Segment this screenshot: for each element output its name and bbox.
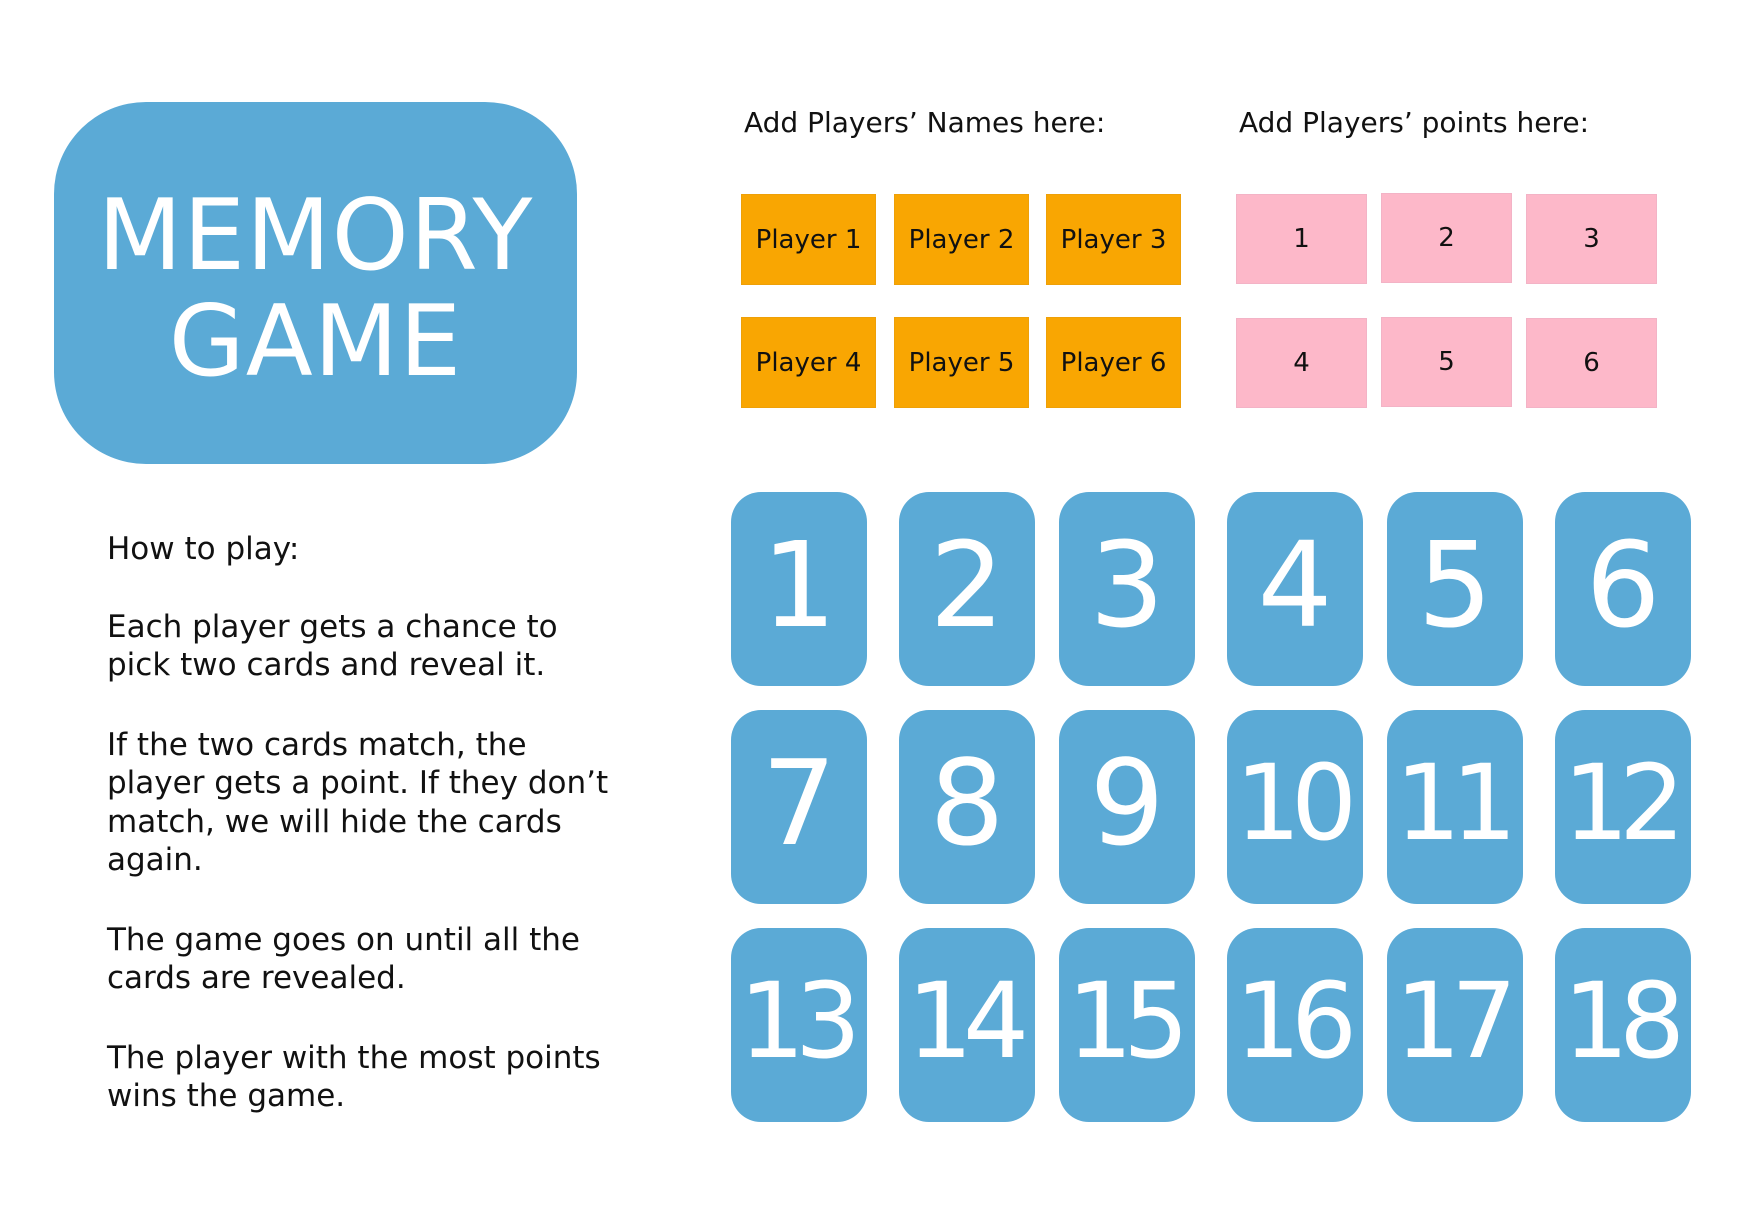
memory-card-5[interactable]: 5: [1387, 492, 1523, 686]
card-number: 13: [738, 960, 861, 1082]
memory-card-12[interactable]: 12: [1555, 710, 1691, 904]
memory-card-13[interactable]: 13: [731, 928, 867, 1122]
card-number: 6: [1585, 516, 1661, 654]
player-points-header: Add Players’ points here:: [1239, 106, 1590, 139]
card-number: 1: [761, 516, 837, 654]
player-name-field-4[interactable]: Player 4: [741, 317, 876, 408]
memory-card-8[interactable]: 8: [899, 710, 1035, 904]
title-card: MEMORY GAME: [54, 102, 577, 464]
card-number: 17: [1394, 960, 1517, 1082]
memory-card-1[interactable]: 1: [731, 492, 867, 686]
player-points-field-3[interactable]: 3: [1526, 194, 1657, 284]
instruction-paragraph: The game goes on until all the cards are…: [107, 921, 580, 997]
memory-card-2[interactable]: 2: [899, 492, 1035, 686]
memory-card-18[interactable]: 18: [1555, 928, 1691, 1122]
player-points-field-1[interactable]: 1: [1236, 194, 1367, 284]
memory-card-11[interactable]: 11: [1387, 710, 1523, 904]
title-line-2: GAME: [168, 285, 463, 399]
player-points-field-5[interactable]: 5: [1381, 317, 1512, 407]
memory-card-6[interactable]: 6: [1555, 492, 1691, 686]
card-number: 4: [1257, 516, 1333, 654]
memory-card-3[interactable]: 3: [1059, 492, 1195, 686]
instruction-paragraph: Each player gets a chance to pick two ca…: [107, 608, 558, 684]
player-name-field-1[interactable]: Player 1: [741, 194, 876, 285]
card-number: 2: [929, 516, 1005, 654]
player-points-field-2[interactable]: 2: [1381, 193, 1512, 283]
card-number: 5: [1417, 516, 1493, 654]
memory-card-17[interactable]: 17: [1387, 928, 1523, 1122]
player-points-field-6[interactable]: 6: [1526, 318, 1657, 408]
memory-card-9[interactable]: 9: [1059, 710, 1195, 904]
instruction-paragraph: The player with the most points wins the…: [107, 1039, 601, 1115]
card-number: 7: [761, 734, 837, 872]
player-name-field-5[interactable]: Player 5: [894, 317, 1029, 408]
player-name-field-3[interactable]: Player 3: [1046, 194, 1181, 285]
card-number: 9: [1089, 734, 1165, 872]
memory-card-15[interactable]: 15: [1059, 928, 1195, 1122]
card-number: 18: [1562, 960, 1685, 1082]
instructions-heading: How to play:: [107, 531, 300, 567]
player-name-field-2[interactable]: Player 2: [894, 194, 1029, 285]
title-line-1: MEMORY: [97, 179, 534, 293]
card-number: 14: [906, 960, 1029, 1082]
instructions: How to play: Each player gets a chance t…: [107, 530, 627, 1157]
player-names-header: Add Players’ Names here:: [744, 106, 1106, 139]
memory-card-7[interactable]: 7: [731, 710, 867, 904]
card-number: 11: [1394, 742, 1517, 864]
memory-card-10[interactable]: 10: [1227, 710, 1363, 904]
player-points-field-4[interactable]: 4: [1236, 318, 1367, 408]
card-number: 10: [1234, 742, 1357, 864]
card-number: 12: [1562, 742, 1685, 864]
memory-card-16[interactable]: 16: [1227, 928, 1363, 1122]
player-name-field-6[interactable]: Player 6: [1046, 317, 1181, 408]
card-number: 3: [1089, 516, 1165, 654]
memory-card-4[interactable]: 4: [1227, 492, 1363, 686]
memory-card-14[interactable]: 14: [899, 928, 1035, 1122]
card-number: 15: [1066, 960, 1189, 1082]
card-number: 16: [1234, 960, 1357, 1082]
instruction-paragraph: If the two cards match, the player gets …: [107, 726, 609, 879]
card-number: 8: [929, 734, 1005, 872]
